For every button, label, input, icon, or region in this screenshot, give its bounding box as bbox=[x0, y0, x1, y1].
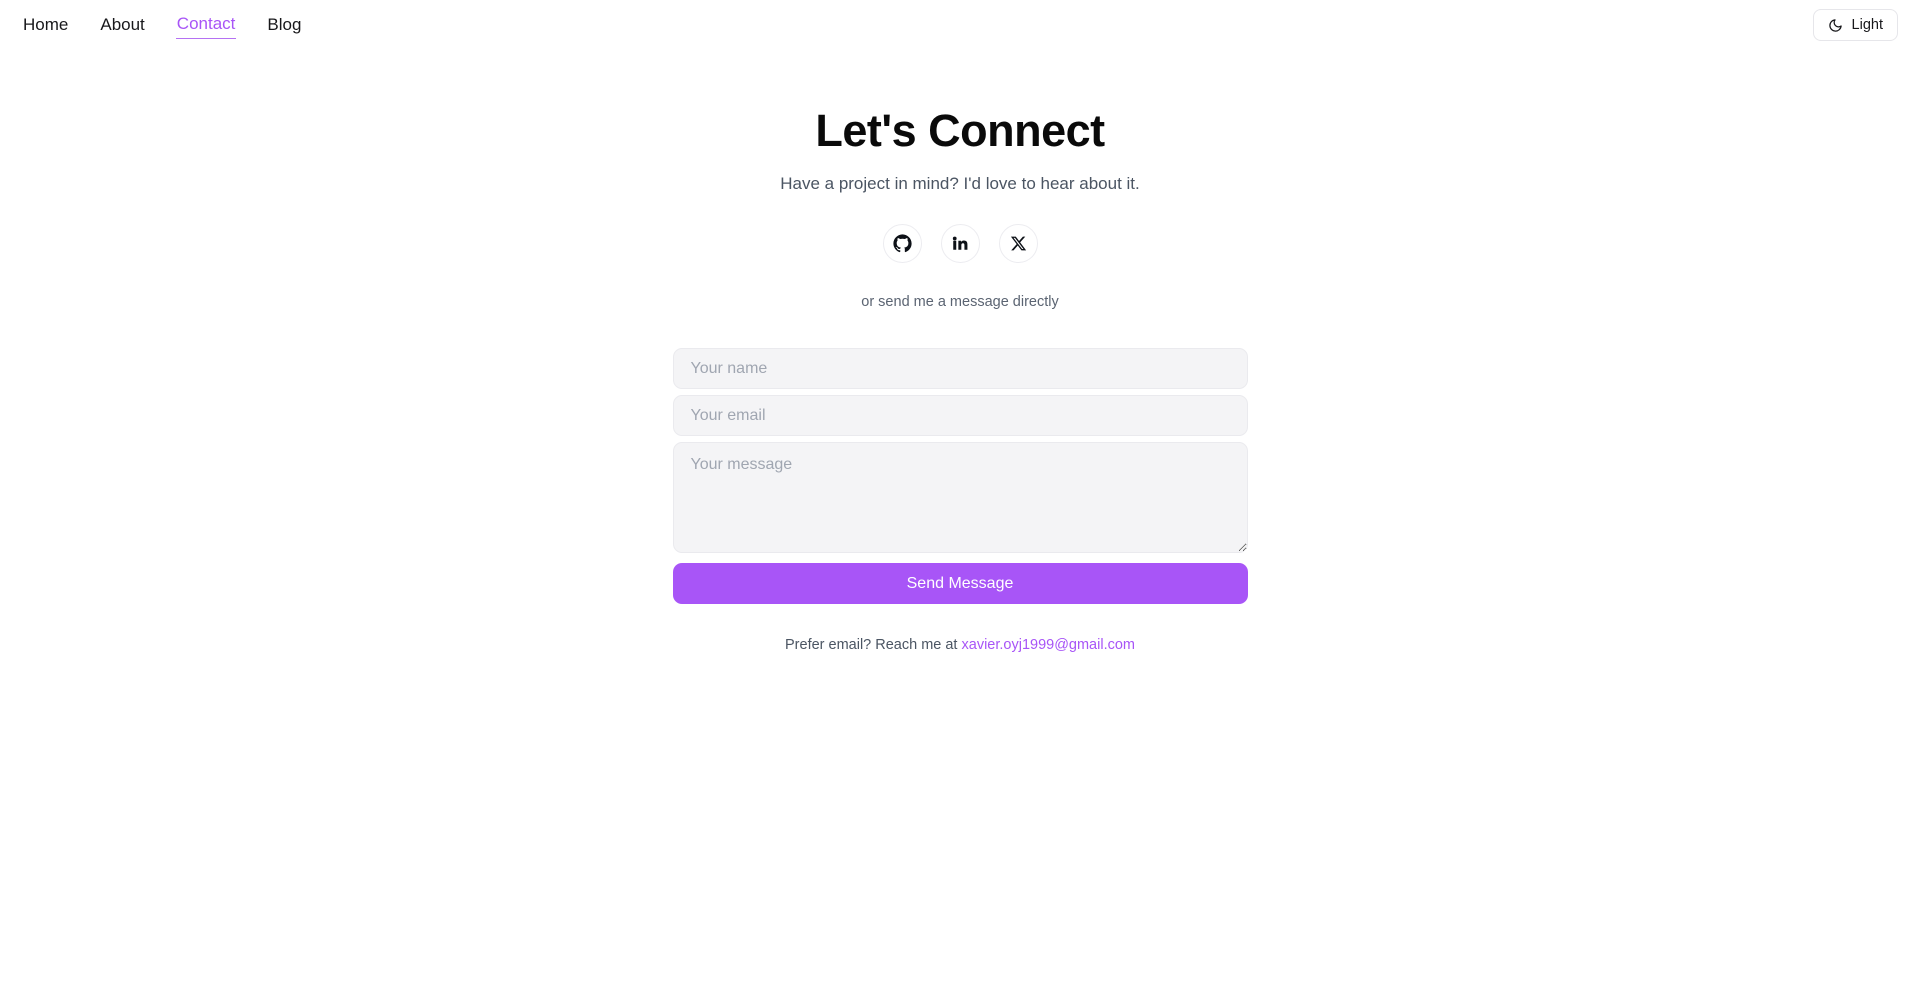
direct-message-note: or send me a message directly bbox=[861, 293, 1059, 310]
email-input[interactable] bbox=[672, 394, 1248, 436]
email-note-prefix: Prefer email? Reach me at bbox=[785, 636, 962, 653]
contact-form: Send Message bbox=[672, 347, 1248, 604]
nav-item-contact[interactable]: Contact bbox=[175, 11, 237, 39]
social-link-x[interactable] bbox=[998, 223, 1038, 263]
nav-item-about[interactable]: About bbox=[99, 12, 145, 39]
primary-nav: Home About Contact Blog bbox=[22, 11, 302, 39]
name-input[interactable] bbox=[672, 347, 1248, 389]
email-address-link[interactable]: xavier.oyj1999@gmail.com bbox=[962, 637, 1136, 653]
moon-icon bbox=[1828, 17, 1844, 33]
social-links bbox=[882, 223, 1038, 263]
social-link-linkedin[interactable] bbox=[940, 223, 980, 263]
top-navigation-bar: Home About Contact Blog Light bbox=[0, 0, 1920, 50]
linkedin-icon bbox=[951, 234, 969, 252]
theme-toggle-label: Light bbox=[1851, 17, 1883, 33]
send-message-button[interactable]: Send Message bbox=[672, 562, 1248, 604]
page-subtitle: Have a project in mind? I'd love to hear… bbox=[780, 173, 1140, 193]
github-icon bbox=[892, 234, 912, 253]
email-fallback-note: Prefer email? Reach me at xavier.oyj1999… bbox=[785, 637, 1135, 654]
nav-item-blog[interactable]: Blog bbox=[266, 12, 302, 39]
message-textarea[interactable] bbox=[672, 441, 1248, 553]
social-link-github[interactable] bbox=[882, 223, 922, 263]
page-title: Let's Connect bbox=[815, 105, 1105, 156]
x-icon bbox=[1010, 235, 1027, 252]
theme-toggle-button[interactable]: Light bbox=[1812, 9, 1898, 41]
nav-item-home[interactable]: Home bbox=[22, 12, 69, 39]
contact-page: Let's Connect Have a project in mind? I'… bbox=[0, 50, 1920, 669]
